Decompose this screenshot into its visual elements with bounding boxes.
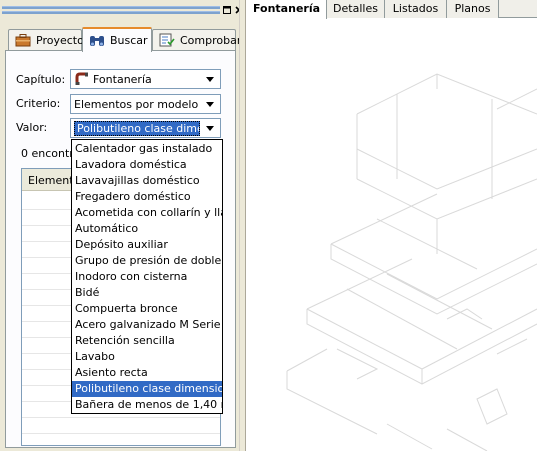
dropdown-option[interactable]: Grupo de presión de doble bom (72, 253, 222, 269)
capitulo-value: Fontanería (93, 73, 152, 86)
view-tabs: Fontanería Detalles Listados Planos (247, 0, 537, 19)
tab-comprobar[interactable]: Comprobar (152, 29, 241, 50)
dropdown-option[interactable]: Inodoro con cisterna (72, 269, 222, 285)
dropdown-option[interactable]: Lavadora doméstica (72, 157, 222, 173)
chevron-down-icon[interactable] (203, 72, 218, 86)
capitulo-select[interactable]: Fontanería (70, 69, 221, 89)
valor-value: Polibutileno clase dimensional (74, 121, 200, 136)
chevron-down-icon[interactable] (203, 121, 218, 135)
dropdown-option[interactable]: Acero galvanizado M Serie mec (72, 317, 222, 333)
dropdown-option[interactable]: Fregadero doméstico (72, 189, 222, 205)
tab-listados[interactable]: Listados (385, 0, 447, 18)
dropdown-option[interactable]: Bañera de menos de 1,40 m (72, 397, 222, 413)
panel-tabs: Proyecto Buscar Comprobar (5, 27, 241, 52)
dropdown-option[interactable]: Bidé (72, 285, 222, 301)
dropdown-option[interactable]: Lavavajillas doméstico (72, 173, 222, 189)
tab-label: Buscar (110, 34, 148, 47)
pipe-icon (75, 72, 89, 86)
valor-dropdown-list[interactable]: Calentador gas instalado Lavadora domésti… (71, 139, 223, 414)
dropdown-option[interactable]: Acometida con collarín y llave (72, 205, 222, 221)
tab-proyecto[interactable]: Proyecto (8, 29, 84, 50)
valor-select[interactable]: Polibutileno clase dimensional (70, 118, 221, 138)
dropdown-option[interactable]: Automático (72, 221, 222, 237)
dropdown-option[interactable]: Compuerta bronce (72, 301, 222, 317)
restore-icon[interactable] (222, 5, 232, 15)
dropdown-option[interactable]: Lavabo (72, 349, 222, 365)
binoculars-icon (89, 34, 105, 48)
briefcase-icon (15, 33, 31, 47)
dropdown-option[interactable]: Retención sencilla (72, 333, 222, 349)
tab-label: Proyecto (36, 33, 84, 47)
panel-splitter[interactable] (239, 0, 246, 451)
dropdown-option[interactable]: Asiento recta (72, 365, 222, 381)
grip-line (2, 11, 220, 14)
chevron-down-icon[interactable] (203, 97, 218, 111)
panel-title-bar[interactable] (2, 3, 243, 17)
criterio-select[interactable]: Elementos por modelo (70, 94, 221, 114)
dropdown-option[interactable]: Depósito auxiliar (72, 237, 222, 253)
wireframe-drawing (286, 73, 537, 451)
capitulo-label: Capítulo: (16, 73, 66, 86)
grip-line (2, 6, 220, 9)
model-3d-viewport[interactable] (247, 19, 537, 451)
tab-planos[interactable]: Planos (447, 0, 499, 18)
tab-detalles[interactable]: Detalles (327, 0, 385, 18)
tab-label: Comprobar (180, 33, 242, 47)
dropdown-option[interactable]: Polibutileno clase dimensional a (72, 381, 222, 397)
criterio-label: Criterio: (16, 97, 61, 110)
tab-fontaneria[interactable]: Fontanería (247, 0, 327, 19)
dropdown-option[interactable]: Calentador gas instalado (72, 141, 222, 157)
checklist-icon (159, 33, 175, 47)
tab-buscar[interactable]: Buscar (82, 27, 152, 52)
criterio-value: Elementos por modelo (74, 98, 199, 111)
valor-label: Valor: (16, 121, 48, 134)
